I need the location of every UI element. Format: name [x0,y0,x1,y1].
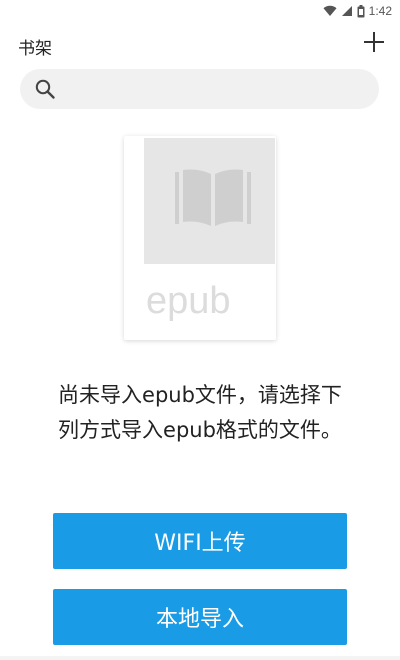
signal-icon [341,6,352,16]
plus-icon [364,32,384,52]
wifi-upload-button[interactable]: WIFI上传 [53,513,347,569]
wifi-icon [323,5,337,17]
app-header: 书架 [0,24,400,68]
search-icon [35,79,55,99]
book-icon [175,169,251,226]
search-input[interactable] [64,69,368,111]
battery-icon [357,4,365,17]
bottom-edge [0,656,400,660]
book-cover [144,138,275,264]
book-placeholder-card: epub [124,136,276,340]
status-time: 1:42 [368,4,392,18]
page-title: 书架 [18,39,52,59]
status-icons: 1:42 [323,4,392,18]
search-bar[interactable] [20,69,379,111]
status-bar: 1:42 [0,0,400,24]
local-import-button[interactable]: 本地导入 [53,589,347,645]
book-format-label: epub [146,280,231,322]
add-button[interactable] [362,30,386,54]
empty-state-message: 尚未导入epub文件，请选择下列方式导入epub格式的文件。 [58,383,342,442]
